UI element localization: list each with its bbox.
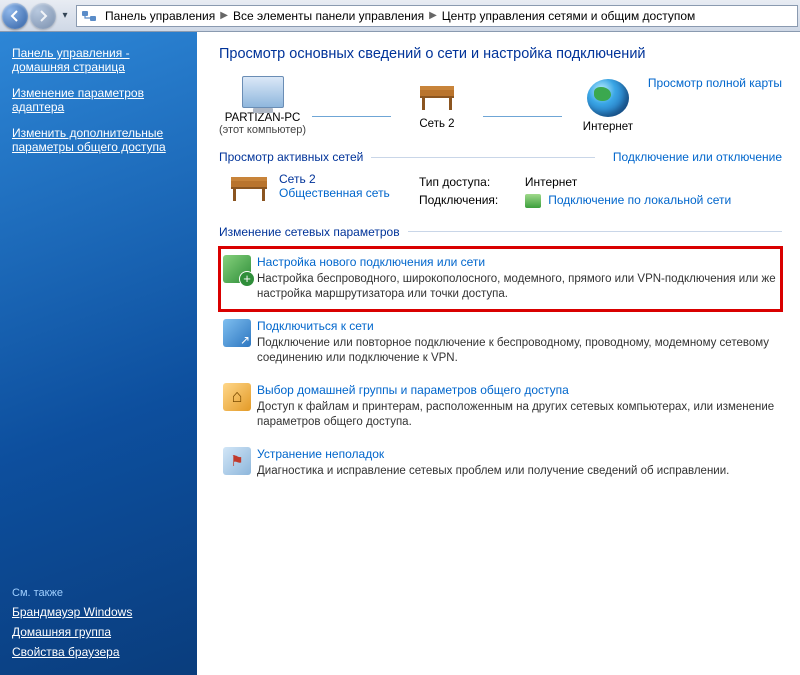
sidebar: Панель управления - домашняя страница Из… xyxy=(0,32,197,675)
troubleshoot-icon xyxy=(223,447,251,475)
task-title[interactable]: Устранение неполадок xyxy=(257,447,384,461)
node-computer: PARTIZAN-PC (этот компьютер) xyxy=(219,76,306,136)
task-homegroup[interactable]: Выбор домашней группы и параметров общег… xyxy=(219,375,782,439)
task-description: Настройка беспроводного, широкополосного… xyxy=(257,272,776,303)
full-map-link[interactable]: Просмотр полной карты xyxy=(648,76,782,90)
globe-icon xyxy=(587,79,629,117)
connections-label: Подключения: xyxy=(419,192,523,209)
chevron-right-icon: ▶ xyxy=(219,10,229,21)
address-bar[interactable]: Панель управления ▶ Все элементы панели … xyxy=(76,5,798,27)
bench-icon xyxy=(416,82,458,114)
connect-disconnect-link[interactable]: Подключение или отключение xyxy=(613,150,782,164)
bench-icon xyxy=(227,172,271,211)
sidebar-see-also-label: См. также xyxy=(12,587,187,599)
access-type-label: Тип доступа: xyxy=(419,174,523,190)
connector-line-icon xyxy=(312,116,391,117)
sidebar-link-internet[interactable]: Свойства браузера xyxy=(12,645,187,659)
task-troubleshoot[interactable]: Устранение неполадок Диагностика и испра… xyxy=(219,439,782,488)
breadcrumb-item[interactable]: Все элементы панели управления xyxy=(229,9,428,23)
access-type-value: Интернет xyxy=(525,174,780,190)
active-network-name: Сеть 2 xyxy=(279,172,390,186)
sidebar-link-adapter[interactable]: Изменение параметров адаптера xyxy=(12,86,187,114)
computer-icon xyxy=(242,76,284,108)
node-internet: Интернет xyxy=(568,79,648,133)
task-connect-network[interactable]: Подключиться к сети Подключение или повт… xyxy=(219,311,782,375)
breadcrumb-item[interactable]: Центр управления сетями и общим доступом xyxy=(438,9,700,23)
node-network: Сеть 2 xyxy=(397,82,477,130)
network-map: PARTIZAN-PC (этот компьютер) С xyxy=(219,76,782,136)
connection-link[interactable]: Подключение по локальной сети xyxy=(548,193,731,207)
task-title[interactable]: Настройка нового подключения или сети xyxy=(257,255,485,269)
connect-network-icon xyxy=(223,319,251,347)
task-description: Доступ к файлам и принтерам, расположенн… xyxy=(257,400,778,431)
task-title[interactable]: Выбор домашней группы и параметров общег… xyxy=(257,383,569,397)
sidebar-link-homegroup[interactable]: Домашняя группа xyxy=(12,625,187,639)
window-body: Панель управления - домашняя страница Из… xyxy=(0,32,800,675)
nav-back-button[interactable] xyxy=(2,3,28,29)
lan-icon xyxy=(525,194,541,208)
window-toolbar: ▾ Панель управления ▶ Все элементы панел… xyxy=(0,0,800,32)
connector-line-icon xyxy=(483,116,562,117)
chevron-right-icon: ▶ xyxy=(428,10,438,21)
active-network-properties: Тип доступа: Интернет Подключения: Подкл… xyxy=(417,172,782,211)
breadcrumb-item[interactable]: Панель управления xyxy=(101,9,219,23)
task-title[interactable]: Подключиться к сети xyxy=(257,319,374,333)
sidebar-link-sharing[interactable]: Изменить дополнительные параметры общего… xyxy=(12,126,187,154)
node-network-label: Сеть 2 xyxy=(397,118,477,130)
nav-history-dropdown[interactable]: ▾ xyxy=(58,10,72,21)
nav-buttons: ▾ xyxy=(2,3,72,29)
sidebar-link-home[interactable]: Панель управления - домашняя страница xyxy=(12,46,187,74)
active-networks-label: Просмотр активных сетей xyxy=(219,150,363,164)
setup-connection-icon xyxy=(223,255,251,283)
network-center-icon xyxy=(81,8,97,24)
network-settings-label: Изменение сетевых параметров xyxy=(219,225,400,239)
network-settings-section: Изменение сетевых параметров Настройка н… xyxy=(219,225,782,488)
task-setup-connection[interactable]: Настройка нового подключения или сети На… xyxy=(219,247,782,311)
page-title: Просмотр основных сведений о сети и наст… xyxy=(219,46,782,62)
task-description: Подключение или повторное подключение к … xyxy=(257,336,778,367)
divider xyxy=(371,157,595,158)
network-type-link[interactable]: Общественная сеть xyxy=(279,186,390,200)
divider xyxy=(408,231,782,232)
node-internet-label: Интернет xyxy=(568,121,648,133)
content-pane: Просмотр основных сведений о сети и наст… xyxy=(197,32,800,675)
active-networks-section: Просмотр активных сетей Подключение или … xyxy=(219,150,782,211)
node-computer-sublabel: (этот компьютер) xyxy=(219,124,306,136)
node-computer-label: PARTIZAN-PC xyxy=(219,112,306,124)
task-description: Диагностика и исправление сетевых пробле… xyxy=(257,464,778,480)
sidebar-link-firewall[interactable]: Брандмауэр Windows xyxy=(12,605,187,619)
homegroup-icon xyxy=(223,383,251,411)
nav-forward-button[interactable] xyxy=(30,3,56,29)
